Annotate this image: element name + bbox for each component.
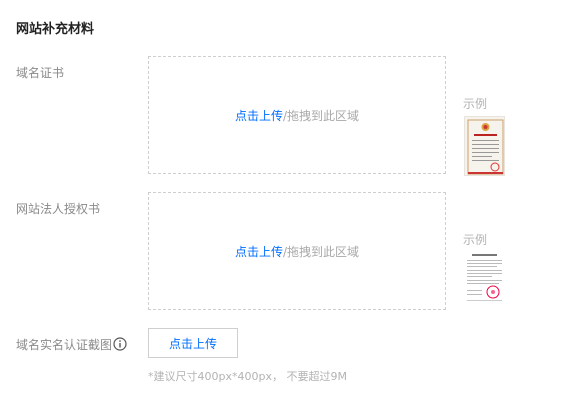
authorization-letter-dropzone[interactable]: 点击上传/拖拽到此区域: [148, 192, 446, 310]
example-label: 示例: [463, 233, 488, 247]
upload-link[interactable]: 点击上传: [235, 107, 283, 124]
section-title: 网站补充材料: [16, 22, 95, 37]
authorization-letter-example-thumbnail[interactable]: [464, 250, 505, 310]
drag-hint: /拖拽到此区域: [282, 244, 360, 259]
upload-button[interactable]: 点击上传: [148, 328, 238, 358]
authorization-thumbnail-image: [464, 250, 505, 310]
example-label: 示例: [463, 97, 488, 111]
drag-hint: /拖拽到此区域: [282, 108, 360, 123]
domain-certificate-dropzone[interactable]: 点击上传/拖拽到此区域: [148, 56, 446, 174]
upload-size-hint: *建议尺寸400px*400px， 不要超过9M: [148, 370, 347, 383]
domain-verification-screenshot-label: 域名实名认证截图: [16, 338, 113, 352]
info-circle-icon[interactable]: [113, 336, 127, 351]
domain-certificate-example-thumbnail[interactable]: [464, 116, 505, 176]
domain-certificate-label: 域名证书: [16, 66, 65, 80]
certificate-thumbnail-image: [465, 117, 504, 175]
upload-link[interactable]: 点击上传: [235, 243, 283, 260]
authorization-letter-label: 网站法人授权书: [16, 202, 101, 216]
